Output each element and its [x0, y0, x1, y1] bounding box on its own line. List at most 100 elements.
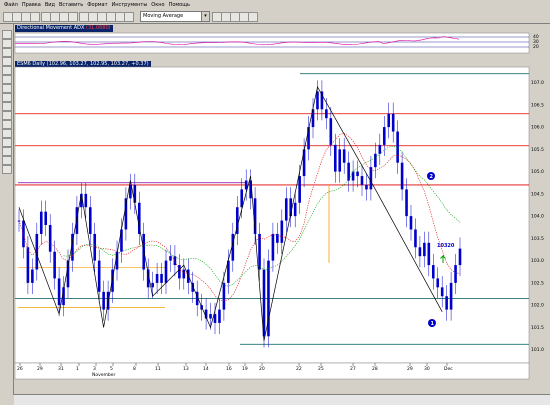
candle-body — [293, 202, 297, 217]
x-axis-label: 20 — [259, 366, 265, 372]
x-axis-month: November — [92, 372, 116, 378]
candle-body — [418, 247, 422, 257]
candle-body — [449, 282, 453, 310]
y-axis-label: 107.0 — [531, 80, 544, 86]
candle-body — [75, 207, 79, 234]
x-axis-label: 27 — [350, 366, 356, 372]
candle-body — [26, 247, 30, 283]
x-axis-label: 14 — [203, 366, 209, 372]
marker-2-label: 2 — [430, 174, 434, 180]
y-axis-label: 104.5 — [531, 191, 544, 197]
candle-body — [316, 91, 319, 110]
x-axis-label: 11 — [155, 366, 161, 372]
candle-body — [151, 282, 154, 288]
candle-body — [178, 265, 181, 279]
candle-body — [169, 256, 172, 261]
candle-body — [369, 167, 373, 190]
candle-body — [213, 314, 217, 323]
x-axis-label: 16 — [226, 366, 232, 372]
candle-body — [329, 118, 333, 145]
candle-body — [209, 314, 212, 319]
y-axis-label: 102.5 — [531, 280, 544, 286]
x-axis-label: 30 — [424, 366, 430, 372]
x-axis-label: 29 — [407, 366, 413, 372]
x-axis-label: 3 — [93, 366, 96, 372]
marker-1-label: 1 — [431, 321, 435, 327]
candle-body — [84, 193, 88, 208]
candle-body — [458, 248, 462, 266]
candle-body — [173, 256, 177, 266]
candle-body — [431, 265, 435, 279]
candle-body — [164, 260, 168, 283]
candle-body — [124, 198, 128, 230]
candle-body — [400, 162, 404, 190]
x-axis-label: 28 — [372, 366, 378, 372]
y-axis-label: 101.0 — [531, 347, 544, 353]
candle-body — [360, 176, 364, 185]
candle-body — [342, 149, 346, 163]
y-axis-label: 101.5 — [531, 325, 544, 331]
y-axis-label: 103.0 — [531, 258, 544, 264]
candle-body — [427, 242, 431, 266]
candle-body — [440, 287, 444, 297]
candle-body — [387, 113, 391, 128]
candle-body — [436, 278, 440, 288]
candle-body — [414, 229, 417, 248]
x-axis-label: 8 — [133, 366, 136, 372]
x-axis-label: 31 — [58, 366, 64, 372]
horizontal-scrollbar[interactable] — [14, 394, 550, 405]
candle-body — [102, 291, 105, 310]
y-axis-label: 105.0 — [531, 169, 544, 175]
candle-body — [48, 225, 52, 252]
candle-body — [284, 198, 288, 221]
candle-body — [333, 144, 337, 172]
candle-body — [409, 216, 413, 230]
candle-body — [97, 260, 101, 292]
candle-body — [396, 131, 399, 163]
candle-body — [405, 189, 408, 217]
x-axis-label: 1 — [76, 366, 79, 372]
candle-body — [445, 296, 448, 310]
indicator-axis-label: 20 — [533, 44, 539, 50]
candle-body — [365, 184, 368, 190]
x-axis-label: 13 — [183, 366, 189, 372]
candle-body — [423, 242, 426, 257]
x-axis-label: 25 — [318, 366, 324, 372]
candle-body — [53, 251, 56, 279]
candle-body — [391, 113, 395, 132]
candle-body — [93, 233, 97, 261]
x-axis-label: 22 — [296, 366, 302, 372]
x-axis-label: 5 — [110, 366, 113, 372]
candle-body — [258, 233, 261, 270]
y-axis-label: 106.0 — [531, 125, 544, 131]
indicator-panel — [14, 32, 530, 54]
candle-body — [382, 127, 386, 145]
candle-body — [137, 202, 141, 234]
candle-body — [454, 265, 457, 283]
x-axis-label: 26 — [17, 366, 23, 372]
candle-body — [222, 282, 226, 310]
candle-body — [31, 269, 34, 283]
candle-body — [39, 211, 43, 234]
candle-body — [374, 153, 377, 168]
x-axis-label: 29 — [37, 366, 43, 372]
y-axis-label: 102.0 — [531, 303, 544, 309]
candle-body — [160, 273, 163, 283]
candle-body — [280, 220, 284, 243]
y-axis-label: 103.5 — [531, 236, 544, 242]
candle-body — [338, 149, 342, 172]
candle-body — [347, 162, 350, 181]
price-panel — [14, 66, 530, 364]
candle-body — [155, 273, 159, 283]
y-axis-label: 105.5 — [531, 147, 544, 153]
candle-body — [182, 269, 186, 279]
x-axis-label: 19 — [242, 366, 248, 372]
candle-body — [240, 189, 244, 208]
price-chart[interactable]: 403020107.0106.5106.0105.5105.0104.5104.… — [0, 0, 550, 404]
x-axis-label: Dec — [444, 366, 453, 372]
candle-body — [22, 220, 25, 248]
candle-body — [356, 171, 359, 177]
candle-body — [271, 233, 275, 261]
candle-body — [298, 176, 301, 203]
value-label: 10320 — [437, 243, 455, 249]
